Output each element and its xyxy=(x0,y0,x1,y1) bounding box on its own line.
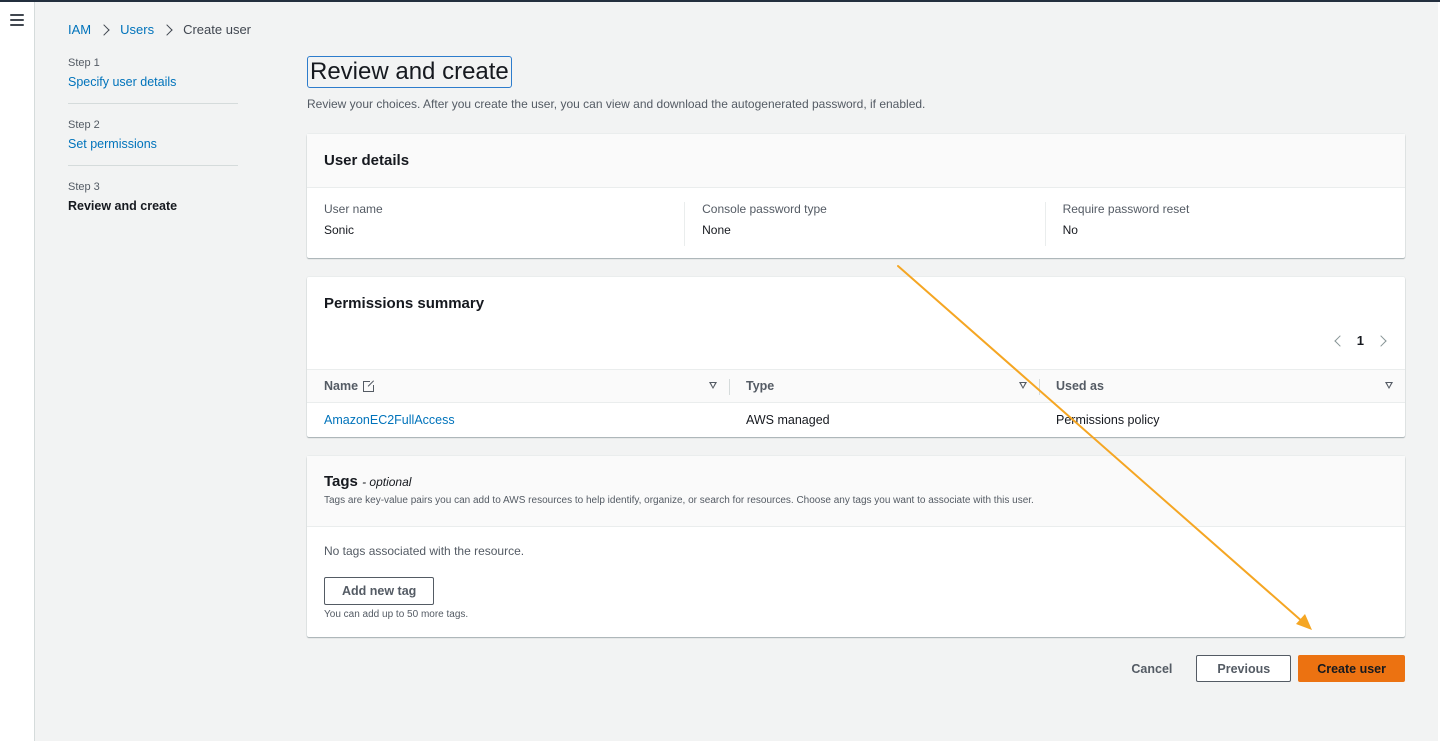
detail-user-name: User name Sonic xyxy=(324,202,684,246)
detail-value: No xyxy=(1062,223,1078,237)
panel-header: User details xyxy=(307,134,1405,188)
breadcrumb: IAM Users Create user xyxy=(68,22,251,37)
permissions-table: Name Type Used as AmazonEC2FullAccess AW… xyxy=(307,369,1405,437)
cancel-button[interactable]: Cancel xyxy=(1131,662,1172,676)
tags-panel: Tags - optional Tags are key-value pairs… xyxy=(307,456,1405,637)
tags-title-text: Tags xyxy=(324,473,358,490)
step-number: Step 3 xyxy=(68,181,100,193)
page-description: Review your choices. After you create th… xyxy=(307,97,926,111)
chevron-left-icon[interactable] xyxy=(1334,334,1346,347)
table-header: Name Type Used as xyxy=(307,369,1405,403)
policy-link[interactable]: AmazonEC2FullAccess xyxy=(324,413,455,427)
no-tags-text: No tags associated with the resource. xyxy=(324,544,525,558)
nav-rail xyxy=(0,2,35,741)
step-link-set-permissions[interactable]: Set permissions xyxy=(68,137,238,151)
permissions-summary-panel: Permissions summary 1 Name Type Used as … xyxy=(307,277,1405,437)
permissions-summary-title: Permissions summary xyxy=(324,295,485,312)
detail-value: None xyxy=(702,223,731,237)
step-link-specify-user-details[interactable]: Specify user details xyxy=(68,75,238,89)
sort-caret-icon[interactable] xyxy=(1019,382,1027,389)
step-current-review-and-create: Review and create xyxy=(68,199,178,213)
cell-used-as: Permissions policy xyxy=(1056,413,1160,427)
user-details-title: User details xyxy=(324,152,410,169)
breadcrumb-current: Create user xyxy=(183,22,251,37)
step-2: Step 2 Set permissions xyxy=(68,119,238,166)
detail-label: Require password reset xyxy=(1062,202,1190,216)
cell-type: AWS managed xyxy=(746,413,830,427)
user-details-panel: User details User name Sonic Console pas… xyxy=(307,134,1405,258)
step-number: Step 1 xyxy=(68,57,100,69)
breadcrumb-iam[interactable]: IAM xyxy=(68,22,91,37)
detail-label: User name xyxy=(324,202,383,216)
chevron-right-icon xyxy=(98,23,110,36)
column-header-used-as[interactable]: Used as xyxy=(1039,370,1405,402)
table-row: AmazonEC2FullAccess AWS managed Permissi… xyxy=(307,403,1405,437)
wizard-actions: Cancel Previous Create user xyxy=(1131,655,1405,682)
column-header-name[interactable]: Name xyxy=(307,370,729,402)
page-number[interactable]: 1 xyxy=(1357,333,1364,348)
detail-value: Sonic xyxy=(324,223,355,237)
column-label: Name xyxy=(324,379,359,393)
sort-caret-icon[interactable] xyxy=(1385,382,1393,389)
menu-icon[interactable] xyxy=(10,14,24,26)
page-title: Review and create xyxy=(307,56,512,88)
details-row: User name Sonic Console password type No… xyxy=(307,188,1405,246)
cell-name: AmazonEC2FullAccess xyxy=(307,413,729,427)
tags-limit-hint: You can add up to 50 more tags. xyxy=(324,609,469,620)
tags-body: No tags associated with the resource. Ad… xyxy=(307,527,1405,637)
external-link-icon xyxy=(363,378,377,392)
add-new-tag-button[interactable]: Add new tag xyxy=(324,577,435,605)
step-number: Step 2 xyxy=(68,119,100,131)
detail-console-password-type: Console password type None xyxy=(684,202,1044,246)
detail-label: Console password type xyxy=(702,202,827,216)
tags-description: Tags are key-value pairs you can add to … xyxy=(324,495,1034,506)
chevron-right-icon[interactable] xyxy=(1375,334,1387,347)
previous-button[interactable]: Previous xyxy=(1196,655,1292,682)
column-label: Type xyxy=(746,379,775,393)
step-3: Step 3 Review and create xyxy=(68,181,238,227)
breadcrumb-users[interactable]: Users xyxy=(120,22,154,37)
panel-header: Tags - optional Tags are key-value pairs… xyxy=(307,456,1405,527)
column-label: Used as xyxy=(1056,379,1104,393)
chevron-right-icon xyxy=(161,23,173,36)
pagination: 1 xyxy=(1334,333,1387,348)
tags-title: Tags - optional xyxy=(324,473,1388,490)
wizard-steps: Step 1 Specify user details Step 2 Set p… xyxy=(68,57,238,242)
column-header-type[interactable]: Type xyxy=(729,370,1039,402)
sort-caret-icon[interactable] xyxy=(709,382,717,389)
create-user-button[interactable]: Create user xyxy=(1298,655,1405,682)
detail-require-password-reset: Require password reset No xyxy=(1044,202,1405,246)
step-1: Step 1 Specify user details xyxy=(68,57,238,104)
tags-optional-label: - optional xyxy=(362,475,412,489)
